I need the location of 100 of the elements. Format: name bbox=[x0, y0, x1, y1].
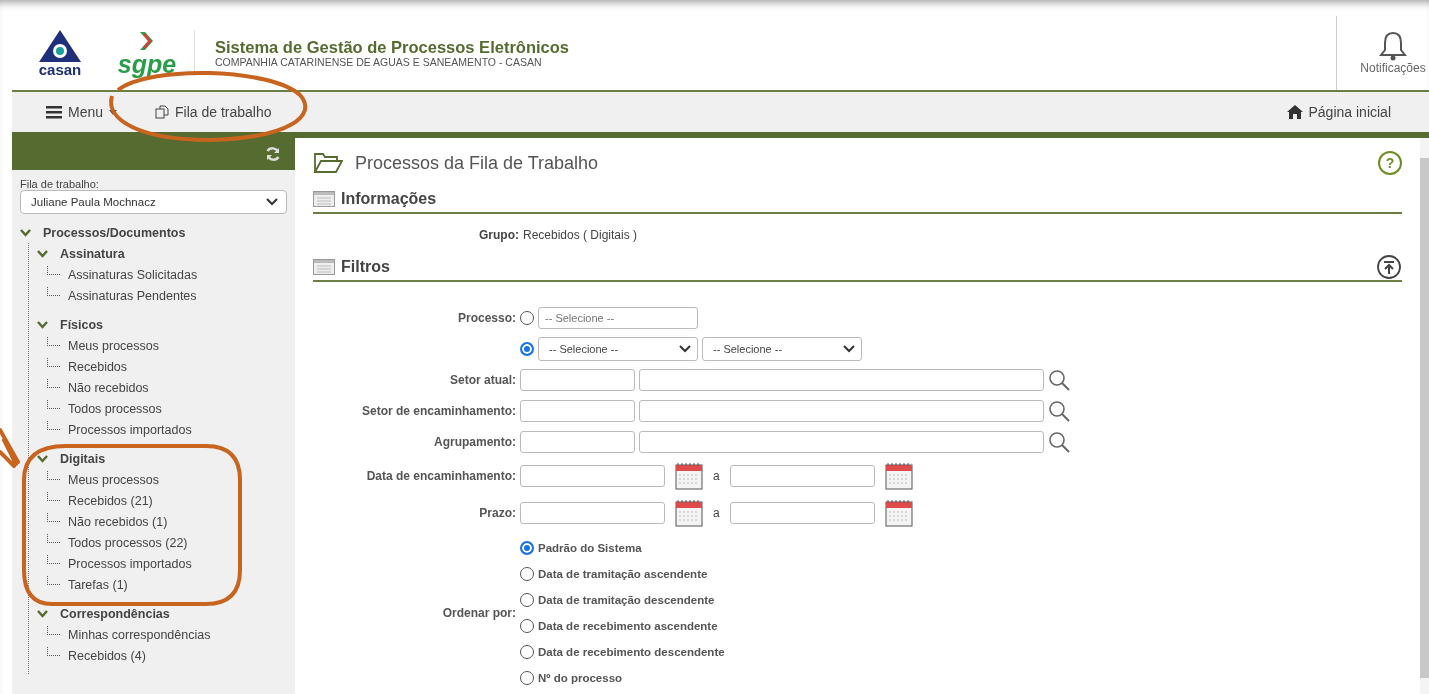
work-queue-link[interactable]: Fila de trabalho bbox=[155, 104, 290, 120]
bell-icon bbox=[1379, 31, 1407, 61]
name-input[interactable] bbox=[639, 430, 1044, 453]
sgpe-logo: sgpe bbox=[112, 30, 195, 76]
menu-icon bbox=[46, 105, 62, 119]
chevron-icon bbox=[37, 609, 48, 618]
tree-item[interactable]: Não recebidos (1) bbox=[68, 514, 168, 529]
calendar-icon[interactable] bbox=[884, 461, 913, 490]
menu-button[interactable]: Menu bbox=[46, 104, 136, 120]
list-icon bbox=[313, 191, 335, 207]
tree-item[interactable]: Processos importados bbox=[68, 556, 192, 571]
tree-item[interactable]: Recebidos bbox=[68, 359, 128, 374]
process-input[interactable]: -- Selecione -- bbox=[538, 306, 698, 329]
section-heading: Filtros bbox=[341, 258, 390, 276]
radio-button[interactable] bbox=[520, 541, 534, 555]
folder-icon bbox=[313, 152, 343, 174]
search-icon[interactable] bbox=[1048, 368, 1070, 391]
tree-item[interactable]: Processos importados bbox=[68, 422, 192, 437]
home-icon bbox=[1286, 105, 1303, 119]
radio-label: Data de recebimento descendente bbox=[538, 646, 725, 658]
range-separator: a bbox=[713, 468, 720, 483]
calendar-icon[interactable] bbox=[884, 498, 913, 527]
code-input[interactable] bbox=[520, 368, 635, 391]
list-icon bbox=[313, 259, 335, 275]
chevron-down-icon bbox=[843, 344, 855, 353]
name-input[interactable] bbox=[639, 368, 1044, 391]
chevron-icon bbox=[37, 249, 48, 258]
calendar-icon[interactable] bbox=[675, 461, 703, 490]
chevron-icon bbox=[20, 228, 31, 237]
chevron-down-icon bbox=[266, 198, 278, 206]
chevron-icon bbox=[37, 320, 48, 329]
tree-item[interactable]: Assinaturas Pendentes bbox=[68, 288, 197, 303]
company-name: COMPANHIA CATARINENSE DE AGUAS E SANEAMENTO - CASAN bbox=[215, 57, 543, 68]
tree-item[interactable]: Meus processos bbox=[68, 338, 159, 353]
field-label: Prazo: bbox=[479, 505, 516, 520]
chevron-down-icon bbox=[679, 344, 691, 353]
date-input[interactable] bbox=[520, 464, 665, 487]
radio-button[interactable] bbox=[520, 593, 534, 607]
tree-node[interactable]: Digitais bbox=[37, 448, 287, 469]
code-input[interactable] bbox=[520, 399, 635, 422]
name-input[interactable] bbox=[639, 399, 1044, 422]
tree-node[interactable]: Assinatura bbox=[37, 243, 287, 264]
field-label: Processo: bbox=[457, 310, 516, 325]
tree-item[interactable]: Assinaturas Solicitadas bbox=[68, 267, 198, 282]
field-label: Setor atual: bbox=[450, 372, 516, 387]
scrollbar[interactable] bbox=[1420, 138, 1429, 694]
annotation-scribble bbox=[0, 428, 20, 468]
tree-item[interactable]: Tarefas (1) bbox=[68, 577, 128, 592]
dropdown[interactable]: -- Selecione -- bbox=[702, 336, 862, 361]
radio-label: Nº do processo bbox=[538, 672, 623, 684]
tree-item[interactable]: Todos processos (22) bbox=[68, 535, 188, 550]
code-input[interactable] bbox=[520, 430, 635, 453]
field-label: Setor de encaminhamento: bbox=[361, 403, 516, 418]
radio-button[interactable] bbox=[520, 671, 534, 685]
dropdown[interactable]: -- Selecione -- bbox=[538, 336, 698, 361]
search-icon[interactable] bbox=[1048, 399, 1070, 422]
collapse-up-icon[interactable] bbox=[1376, 254, 1402, 280]
tree-item[interactable]: Recebidos (21) bbox=[68, 493, 153, 508]
copy-icon bbox=[155, 105, 170, 119]
tree-item[interactable]: Minhas correspondências bbox=[68, 627, 211, 642]
field-label: Agrupamento: bbox=[434, 434, 516, 449]
calendar-icon[interactable] bbox=[675, 498, 703, 527]
queue-label: Fila de trabalho: bbox=[20, 178, 100, 190]
date-input[interactable] bbox=[729, 501, 875, 524]
refresh-icon[interactable] bbox=[265, 146, 281, 162]
radio-label: Data de tramitação ascendente bbox=[538, 568, 708, 580]
tree-node[interactable]: Processos/Documentos bbox=[20, 222, 287, 243]
home-link[interactable]: Página inicial bbox=[1286, 104, 1409, 120]
caret-icon bbox=[109, 109, 118, 115]
radio-label: Data de tramitação descendente bbox=[538, 594, 715, 606]
group-label: Grupo: bbox=[479, 228, 519, 242]
field-label: Data de encaminhamento: bbox=[366, 468, 516, 483]
radio-button[interactable] bbox=[520, 619, 534, 633]
chevron-icon bbox=[37, 454, 48, 463]
date-input[interactable] bbox=[520, 501, 665, 524]
tree-node[interactable]: Físicos bbox=[37, 314, 287, 335]
radio-button[interactable] bbox=[520, 341, 534, 356]
notifications-button[interactable]: Notificações bbox=[1336, 16, 1429, 90]
triangle-logo-icon bbox=[38, 29, 82, 63]
section-heading: Informações bbox=[341, 190, 437, 208]
group-value: Recebidos ( Digitais ) bbox=[523, 228, 638, 242]
page-title: Processos da Fila de Trabalho bbox=[355, 152, 599, 174]
radio-button[interactable] bbox=[520, 645, 534, 659]
casan-logo: casan bbox=[28, 29, 92, 77]
tree-node[interactable]: Correspondências bbox=[37, 603, 287, 624]
radio-label: Padrão do Sistema bbox=[538, 542, 642, 554]
tree-item[interactable]: Não recebidos bbox=[68, 380, 149, 395]
radio-button[interactable] bbox=[520, 567, 534, 581]
tree-item[interactable]: Recebidos (4) bbox=[68, 648, 146, 663]
radio-button[interactable] bbox=[520, 310, 534, 325]
tree-item[interactable]: Meus processos bbox=[68, 472, 159, 487]
system-title: Sistema de Gestão de Processos Eletrônicos bbox=[215, 38, 570, 57]
range-separator: a bbox=[713, 505, 720, 520]
tree-item[interactable]: Todos processos bbox=[68, 401, 162, 416]
search-icon[interactable] bbox=[1048, 430, 1070, 453]
field-label: Ordenar por: bbox=[442, 606, 516, 620]
queue-select[interactable]: Juliane Paula Mochnacz bbox=[20, 190, 287, 214]
date-input[interactable] bbox=[729, 464, 875, 487]
radio-label: Data de recebimento ascendente bbox=[538, 620, 718, 632]
help-button[interactable]: ? bbox=[1378, 151, 1402, 175]
